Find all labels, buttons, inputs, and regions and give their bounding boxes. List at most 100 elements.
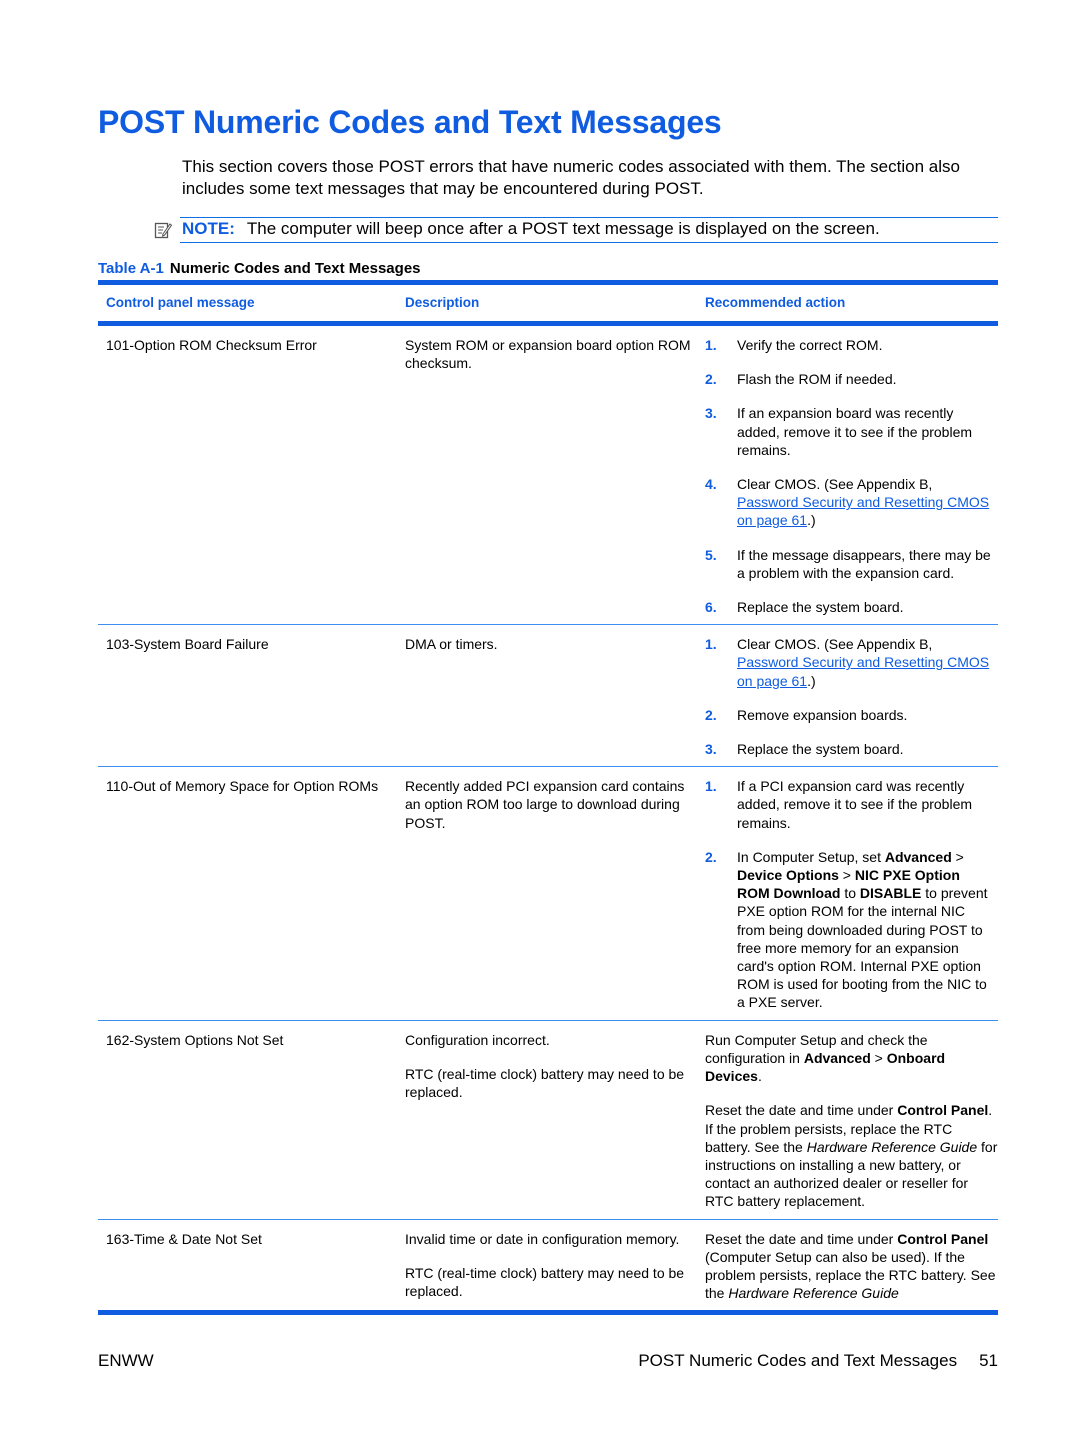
footer-page-number: 51 bbox=[979, 1351, 998, 1370]
text-run: to bbox=[840, 885, 860, 902]
header-description: Description bbox=[405, 294, 480, 310]
step-number: 3. bbox=[705, 741, 717, 758]
action-step: 1. Verify the correct ROM. bbox=[705, 336, 998, 354]
bold-term: DISABLE bbox=[859, 885, 922, 902]
step-text: If the message disappears, there may be … bbox=[737, 546, 991, 581]
description-paragraph: Invalid time or date in configuration me… bbox=[405, 1230, 680, 1247]
step-text-pre: Clear CMOS. (See Appendix B, bbox=[737, 476, 933, 493]
action-step: 5. If the message disappears, there may b… bbox=[705, 546, 998, 582]
action-step: 2. Remove expansion boards. bbox=[705, 706, 998, 724]
note-rule-bottom bbox=[180, 242, 998, 243]
step-text: Clear CMOS. (See Appendix B, Password Se… bbox=[737, 475, 998, 530]
cell-description: Recently added PCI expansion card contai… bbox=[397, 777, 697, 1011]
action-step: 4. Clear CMOS. (See Appendix B, Password … bbox=[705, 475, 998, 530]
step-text: Replace the system board. bbox=[737, 741, 904, 758]
step-number: 4. bbox=[705, 476, 717, 493]
action-step: 2. Flash the ROM if needed. bbox=[705, 370, 998, 388]
step-text: In Computer Setup, set Advanced > Device… bbox=[737, 848, 998, 1012]
cell-message: 110-Out of Memory Space for Option ROMs bbox=[106, 778, 379, 795]
action-steps-list: 1. If a PCI expansion card was recently a… bbox=[705, 777, 998, 1011]
action-step: 1. Clear CMOS. (See Appendix B, Password … bbox=[705, 635, 998, 690]
action-paragraph: Reset the date and time under Control Pa… bbox=[705, 1230, 998, 1303]
table-row: 103-System Board Failure DMA or timers. 1.… bbox=[98, 625, 998, 766]
action-step: 3. Replace the system board. bbox=[705, 740, 998, 758]
step-text: Remove expansion boards. bbox=[737, 706, 908, 723]
note-rule-top bbox=[180, 217, 998, 218]
bold-term: Device Options bbox=[737, 867, 839, 884]
step-text: If an expansion board was recently added… bbox=[737, 405, 973, 458]
italic-term: Hardware Reference Guide bbox=[806, 1138, 978, 1155]
cross-reference-link[interactable]: Password Security and Resetting CMOS on … bbox=[737, 494, 989, 528]
step-text: Flash the ROM if needed. bbox=[737, 371, 897, 388]
text-run: > bbox=[870, 1049, 887, 1066]
description-paragraph: Recently added PCI expansion card contai… bbox=[405, 778, 685, 831]
cell-recommended-action: 1. If a PCI expansion card was recently a… bbox=[697, 777, 998, 1011]
footer-locale: ENWW bbox=[98, 1351, 154, 1370]
footer-section: POST Numeric Codes and Text Messages 51 bbox=[638, 1351, 998, 1371]
action-paragraph: Reset the date and time under Control Pa… bbox=[705, 1101, 998, 1210]
table-row: 101-Option ROM Checksum Error System ROM … bbox=[98, 326, 998, 624]
codes-table: Control panel message Description Recomm… bbox=[98, 280, 998, 1316]
bold-term: Advanced bbox=[884, 848, 952, 865]
cell-description: Configuration incorrect. RTC (real-time c… bbox=[397, 1031, 697, 1211]
cell-recommended-action: Reset the date and time under Control Pa… bbox=[697, 1230, 998, 1303]
cell-message: 103-System Board Failure bbox=[106, 636, 269, 653]
cell-description: System ROM or expansion board option ROM… bbox=[397, 336, 697, 616]
action-steps-list: 1. Verify the correct ROM. 2. Flash the ROM… bbox=[705, 336, 998, 616]
note-label: NOTE: bbox=[182, 219, 235, 238]
cross-reference-link[interactable]: Password Security and Resetting CMOS on … bbox=[737, 654, 989, 688]
cell-message: 163-Time & Date Not Set bbox=[106, 1230, 262, 1247]
cell-recommended-action: Run Computer Setup and check the configu… bbox=[697, 1031, 998, 1211]
step-number: 2. bbox=[705, 848, 717, 865]
step-number: 2. bbox=[705, 706, 717, 723]
table-row: 110-Out of Memory Space for Option ROMs R… bbox=[98, 767, 998, 1019]
text-run: > bbox=[951, 848, 964, 865]
step-number: 3. bbox=[705, 405, 717, 422]
table-header-row: Control panel message Description Recomm… bbox=[98, 285, 998, 321]
action-step: 6. Replace the system board. bbox=[705, 598, 998, 616]
step-text-pre: Clear CMOS. (See Appendix B, bbox=[737, 636, 933, 653]
cell-recommended-action: 1. Verify the correct ROM. 2. Flash the ROM… bbox=[697, 336, 998, 616]
note-pencil-icon bbox=[154, 221, 173, 239]
step-number: 2. bbox=[705, 371, 717, 388]
step-text: If a PCI expansion card was recently add… bbox=[737, 778, 973, 831]
step-text-post: .) bbox=[807, 512, 816, 529]
header-recommended-action: Recommended action bbox=[705, 294, 846, 310]
cell-description: DMA or timers. bbox=[397, 635, 697, 758]
header-control-panel-message: Control panel message bbox=[106, 294, 255, 310]
bold-term: Control Panel bbox=[897, 1102, 989, 1119]
step-number: 6. bbox=[705, 599, 717, 616]
cell-message: 162-System Options Not Set bbox=[106, 1031, 284, 1048]
step-text: Replace the system board. bbox=[737, 599, 904, 616]
cell-recommended-action: 1. Clear CMOS. (See Appendix B, Password … bbox=[697, 635, 998, 758]
table-caption-title: Numeric Codes and Text Messages bbox=[169, 260, 421, 277]
text-run: Reset the date and time under bbox=[705, 1102, 898, 1119]
step-number: 1. bbox=[705, 337, 717, 353]
action-step: 1. If a PCI expansion card was recently a… bbox=[705, 777, 998, 832]
description-paragraph: System ROM or expansion board option ROM… bbox=[405, 337, 691, 372]
text-run: . bbox=[757, 1068, 762, 1085]
intro-paragraph: This section covers those POST errors th… bbox=[182, 157, 960, 198]
footer-section-title: POST Numeric Codes and Text Messages bbox=[638, 1351, 958, 1370]
step-number: 1. bbox=[705, 778, 717, 795]
action-step: 3. If an expansion board was recently add… bbox=[705, 404, 998, 459]
description-paragraph: RTC (real-time clock) battery may need t… bbox=[405, 1065, 685, 1101]
table-caption: Table A-1 Numeric Codes and Text Messages bbox=[98, 260, 421, 277]
table-bottom-rule bbox=[98, 1310, 998, 1316]
description-paragraph: Configuration incorrect. bbox=[405, 1031, 550, 1048]
action-paragraph: Run Computer Setup and check the configu… bbox=[705, 1031, 998, 1086]
table-row: 162-System Options Not Set Configuration … bbox=[98, 1021, 998, 1219]
table-body: 101-Option ROM Checksum Error System ROM … bbox=[98, 326, 998, 1310]
italic-term: Hardware Reference Guide bbox=[728, 1285, 899, 1302]
bold-term: Control Panel bbox=[897, 1230, 989, 1247]
text-run: > bbox=[838, 867, 855, 884]
description-paragraph: DMA or timers. bbox=[405, 636, 498, 653]
table-row: 163-Time & Date Not Set Invalid time or d… bbox=[98, 1220, 998, 1311]
step-text: Clear CMOS. (See Appendix B, Password Se… bbox=[737, 635, 998, 690]
description-paragraph: RTC (real-time clock) battery may need t… bbox=[405, 1264, 685, 1299]
note-box: NOTE: The computer will beep once after a… bbox=[154, 217, 998, 243]
note-text-line: NOTE: The computer will beep once after a… bbox=[182, 219, 880, 239]
step-number: 5. bbox=[705, 546, 717, 563]
text-run: In Computer Setup, set bbox=[737, 848, 885, 865]
text-run: to prevent PXE option ROM for the intern… bbox=[737, 885, 988, 1011]
